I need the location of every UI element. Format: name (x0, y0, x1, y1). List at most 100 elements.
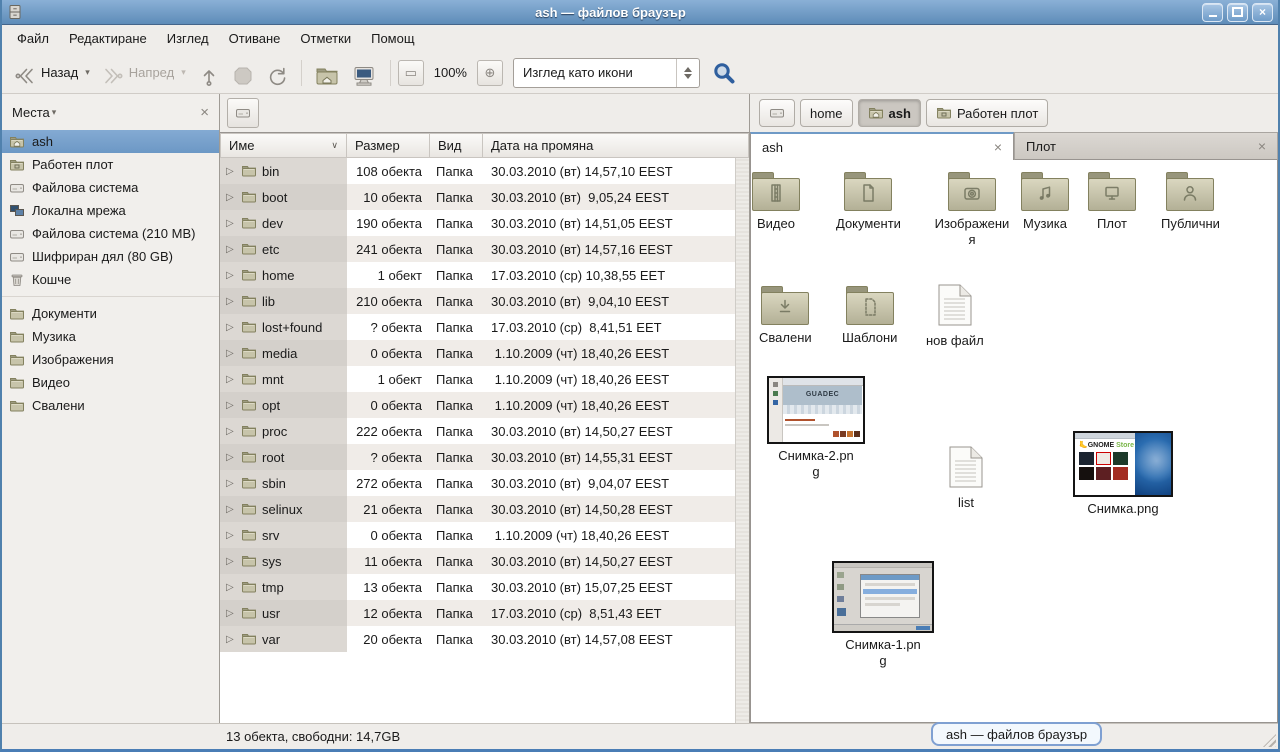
vertical-scrollbar[interactable] (735, 158, 749, 723)
tab-ash[interactable]: ash× (750, 132, 1014, 160)
expander-icon[interactable]: ▷ (226, 400, 236, 411)
expander-icon[interactable]: ▷ (226, 530, 236, 541)
icon-item-публични[interactable]: Публични (1161, 172, 1220, 232)
column-header-type[interactable]: Вид (430, 133, 483, 158)
table-row-boot[interactable]: ▷ boot10 обектаПапка30.03.2010 (вт) 9,05… (220, 184, 749, 210)
table-row-home[interactable]: ▷ home1 обектПапка17.03.2010 (ср) 10,38,… (220, 262, 749, 288)
table-row-etc[interactable]: ▷ etc241 обектаПапка30.03.2010 (вт) 14,5… (220, 236, 749, 262)
icon-item-нов-файл[interactable]: нов файл (926, 284, 984, 349)
menu-file[interactable]: Файл (7, 27, 59, 50)
sidebar-item-документи[interactable]: Документи (2, 302, 219, 325)
zoom-in-button[interactable]: ⊕ (477, 60, 503, 86)
icon-item-снимка-1.png[interactable]: Снимка-1.png (832, 561, 934, 670)
table-row-tmp[interactable]: ▷ tmp13 обектаПапка30.03.2010 (вт) 15,07… (220, 574, 749, 600)
expander-icon[interactable]: ▷ (226, 634, 236, 645)
icon-item-документи[interactable]: Документи (836, 172, 901, 232)
table-row-selinux[interactable]: ▷ selinux21 обектаПапка30.03.2010 (вт) 1… (220, 496, 749, 522)
sidebar-item-файлова-система[interactable]: Файлова система (2, 176, 219, 199)
resize-grip[interactable] (1263, 734, 1276, 747)
sidebar-item-работен-плот[interactable]: Работен плот (2, 153, 219, 176)
stop-button[interactable] (226, 57, 260, 88)
sidebar-item-музика[interactable]: Музика (2, 325, 219, 348)
expander-icon[interactable]: ▷ (226, 270, 236, 281)
expander-icon[interactable]: ▷ (226, 374, 236, 385)
sidebar-item-видео[interactable]: Видео (2, 371, 219, 394)
expander-icon[interactable]: ▷ (226, 556, 236, 567)
icon-item-плот[interactable]: Плот (1088, 172, 1136, 232)
forward-dropdown-icon[interactable]: ▾ (181, 67, 186, 78)
search-button[interactable] (712, 61, 736, 85)
icon-item-музика[interactable]: Музика (1021, 172, 1069, 232)
view-mode-select[interactable]: Изглед като икони (513, 58, 700, 88)
table-row-lib[interactable]: ▷ lib210 обектаПапка30.03.2010 (вт) 9,04… (220, 288, 749, 314)
table-row-srv[interactable]: ▷ srv0 обектаПапка 1.10.2009 (чт) 18,40,… (220, 522, 749, 548)
taskbar-chip[interactable]: ash — файлов браузър (931, 722, 1102, 746)
expander-icon[interactable]: ▷ (226, 244, 236, 255)
icon-item-изображения[interactable]: Изображения (934, 172, 1010, 249)
table-row-lost+found[interactable]: ▷ lost+found? обектаПапка17.03.2010 (ср)… (220, 314, 749, 340)
sidebar-close-icon[interactable]: × (200, 104, 209, 121)
table-row-proc[interactable]: ▷ proc222 обектаПапка30.03.2010 (вт) 14,… (220, 418, 749, 444)
zoom-out-button[interactable]: ▭ (398, 60, 424, 86)
forward-button[interactable]: Напред ▾ (96, 57, 192, 88)
maximize-button[interactable] (1227, 3, 1248, 22)
table-row-mnt[interactable]: ▷ mnt1 обектПапка 1.10.2009 (чт) 18,40,2… (220, 366, 749, 392)
expander-icon[interactable]: ▷ (226, 192, 236, 203)
menu-bookmarks[interactable]: Отметки (290, 27, 361, 50)
minimize-button[interactable] (1202, 3, 1223, 22)
menu-go[interactable]: Отиване (219, 27, 291, 50)
back-dropdown-icon[interactable]: ▾ (85, 67, 90, 78)
table-row-bin[interactable]: ▷ bin108 обектаПапка30.03.2010 (вт) 14,5… (220, 158, 749, 184)
icon-item-снимка.png[interactable]: 🦶GNOME Store Снимка.png (1073, 431, 1173, 517)
icon-item-свалени[interactable]: Свалени (759, 286, 812, 346)
icon-item-видео[interactable]: Видео (752, 172, 800, 232)
tab-close-icon[interactable]: × (1258, 139, 1266, 153)
table-row-sys[interactable]: ▷ sys11 обектаПапка30.03.2010 (вт) 14,50… (220, 548, 749, 574)
sidebar-item-шифриран-дял-80-gb-[interactable]: Шифриран дял (80 GB) (2, 245, 219, 268)
sidebar-item-кошче[interactable]: Кошче (2, 268, 219, 291)
table-row-media[interactable]: ▷ media0 обектаПапка 1.10.2009 (чт) 18,4… (220, 340, 749, 366)
menu-help[interactable]: Помощ (361, 27, 424, 50)
table-row-dev[interactable]: ▷ dev190 обектаПапка30.03.2010 (вт) 14,5… (220, 210, 749, 236)
expander-icon[interactable]: ▷ (226, 426, 236, 437)
expander-icon[interactable]: ▷ (226, 452, 236, 463)
column-header-name[interactable]: Име ∨ (220, 133, 347, 158)
reload-button[interactable] (260, 57, 294, 88)
sidebar-title[interactable]: Места (12, 105, 50, 120)
tab-close-icon[interactable]: × (994, 140, 1002, 154)
sidebar-item-свалени[interactable]: Свалени (2, 394, 219, 417)
sidebar-item-изображения[interactable]: Изображения (2, 348, 219, 371)
back-button[interactable]: Назад ▾ (8, 57, 96, 88)
close-button[interactable]: × (1252, 3, 1273, 22)
expander-icon[interactable]: ▷ (226, 582, 236, 593)
expander-icon[interactable]: ▷ (226, 478, 236, 489)
sidebar-item-ash[interactable]: ash (2, 130, 219, 153)
expander-icon[interactable]: ▷ (226, 504, 236, 515)
location-button[interactable] (227, 98, 259, 128)
table-row-root[interactable]: ▷ root? обектаПапка30.03.2010 (вт) 14,55… (220, 444, 749, 470)
expander-icon[interactable]: ▷ (226, 166, 236, 177)
expander-icon[interactable]: ▷ (226, 218, 236, 229)
table-row-var[interactable]: ▷ var20 обектаПапка30.03.2010 (вт) 14,57… (220, 626, 749, 652)
up-button[interactable] (192, 57, 226, 88)
expander-icon[interactable]: ▷ (226, 608, 236, 619)
home-button[interactable] (309, 57, 345, 88)
sidebar-item-локална-мрежа[interactable]: Локална мрежа (2, 199, 219, 222)
table-row-opt[interactable]: ▷ opt0 обектаПапка 1.10.2009 (чт) 18,40,… (220, 392, 749, 418)
expander-icon[interactable]: ▷ (226, 322, 236, 333)
menu-view[interactable]: Изглед (157, 27, 219, 50)
computer-button[interactable] (345, 57, 383, 88)
table-row-usr[interactable]: ▷ usr12 обектаПапка17.03.2010 (ср) 8,51,… (220, 600, 749, 626)
icon-item-снимка-2.png[interactable]: GUADEC Снимка-2.png (767, 376, 865, 481)
icon-item-list[interactable]: list (949, 446, 983, 511)
column-header-date[interactable]: Дата на промяна (483, 133, 749, 158)
sidebar-dropdown-icon[interactable]: ▾ (52, 107, 57, 118)
table-row-sbin[interactable]: ▷ sbin272 обектаПапка30.03.2010 (вт) 9,0… (220, 470, 749, 496)
pathbar-button-home[interactable]: home (800, 99, 853, 127)
spinner-arrows-icon[interactable] (676, 59, 699, 87)
pathbar-button-ash[interactable]: ash (858, 99, 921, 127)
sidebar-item-файлова-система-210-mb-[interactable]: Файлова система (210 MB) (2, 222, 219, 245)
expander-icon[interactable]: ▷ (226, 348, 236, 359)
expander-icon[interactable]: ▷ (226, 296, 236, 307)
column-header-size[interactable]: Размер (347, 133, 430, 158)
